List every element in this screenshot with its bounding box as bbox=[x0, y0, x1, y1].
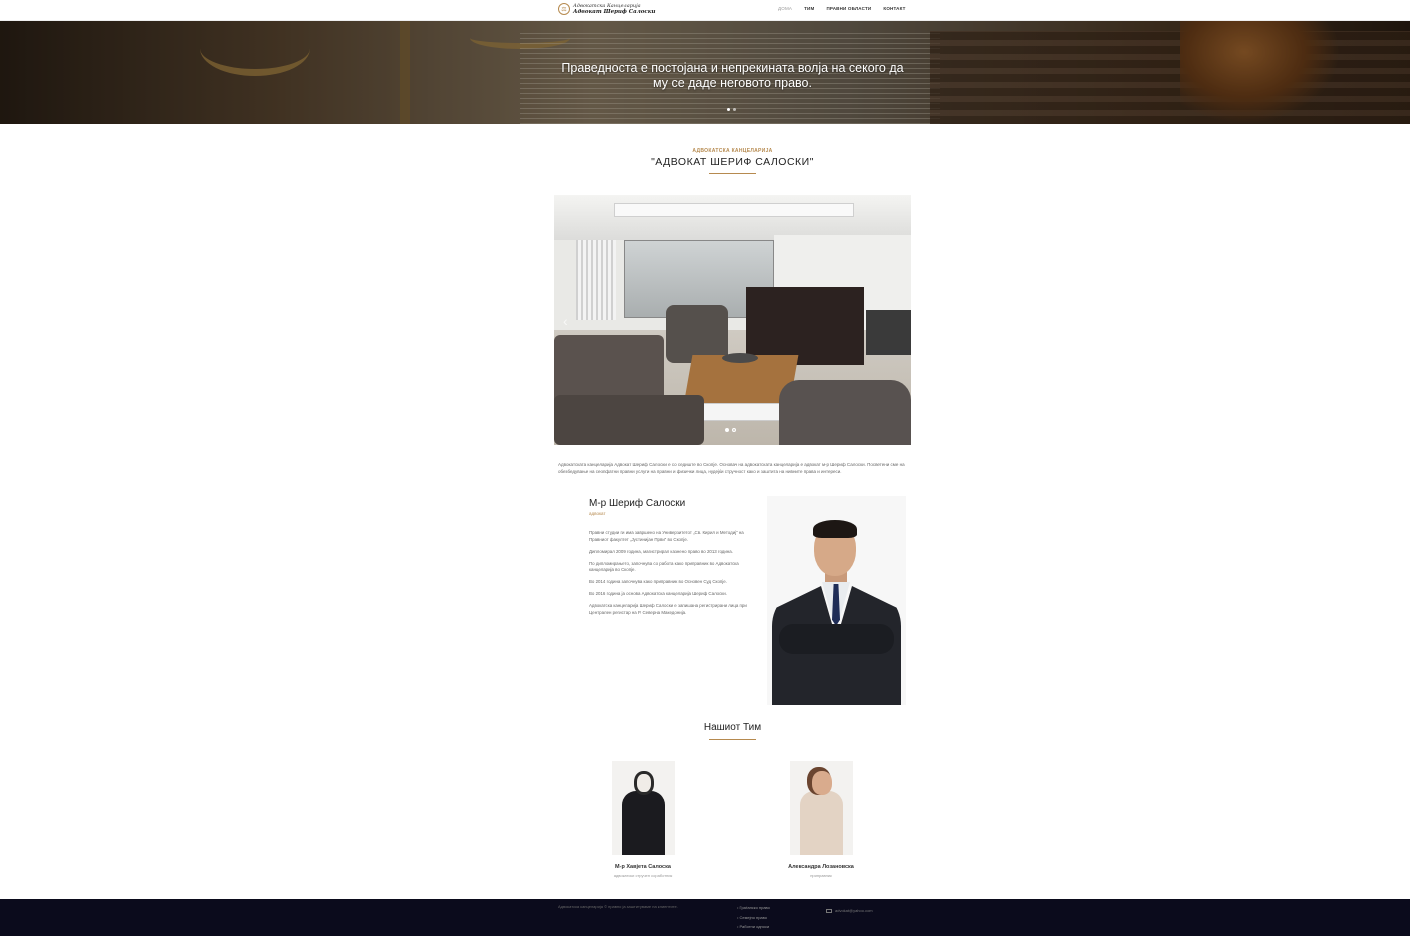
slider-dot[interactable] bbox=[732, 428, 736, 432]
footer-link[interactable]: Работни односи bbox=[737, 922, 770, 932]
lawyer-name: М-р Шериф Салоски bbox=[589, 498, 686, 509]
bio-paragraph: Правни студии ги има завршено на Универз… bbox=[589, 530, 744, 542]
nav-team[interactable]: ТИМ bbox=[804, 6, 814, 11]
team-member-card[interactable]: М-р Хавјета Салоска адвокатски стручен с… bbox=[573, 761, 713, 878]
armchair bbox=[779, 380, 911, 445]
footer-email-text: advokat@yahoo.com bbox=[835, 908, 873, 913]
nav-home[interactable]: ДОМА bbox=[778, 6, 792, 11]
nav-contact[interactable]: КОНТАКТ bbox=[883, 6, 905, 11]
lawyer-portrait bbox=[767, 496, 906, 705]
envelope-icon bbox=[826, 908, 832, 913]
team-title: Нашиот Тим bbox=[703, 722, 762, 733]
section-eyebrow: АДВОКАТСКА КАНЦЕЛАРИЈА bbox=[692, 148, 773, 154]
office-photo-slider: ‹ bbox=[554, 195, 911, 445]
bio-paragraph: Во 2014 година започнува како приправник… bbox=[589, 579, 727, 584]
bio-paragraph: По дипломирањето, започнува со работа ка… bbox=[589, 560, 739, 573]
slider-dot[interactable] bbox=[725, 428, 729, 432]
footer-copyright: Адвокатска канцеларија © правно ја зашти… bbox=[558, 904, 678, 909]
footer-email[interactable]: advokat@yahoo.com bbox=[826, 908, 873, 913]
title-divider bbox=[709, 173, 756, 174]
team-member-card[interactable]: Александра Лозановска приправник bbox=[751, 761, 891, 878]
footer-link[interactable]: Семејно право bbox=[737, 913, 770, 923]
main-nav: ДОМА ТИМ ПРАВНИ ОБЛАСТИ КОНТАКТ bbox=[778, 6, 906, 11]
team-member-photo bbox=[611, 761, 675, 855]
nav-practice-areas[interactable]: ПРАВНИ ОБЛАСТИ bbox=[826, 6, 871, 11]
slider-dot[interactable] bbox=[727, 108, 730, 111]
firm-title: "АДВОКАТ ШЕРИФ САЛОСКИ" bbox=[651, 156, 814, 168]
site-header: ⚖ Адвокатска Канцеларија Адвокат Шериф С… bbox=[0, 0, 1410, 21]
sofa bbox=[554, 395, 704, 445]
team-member-role: приправник bbox=[810, 873, 832, 878]
scales-logo-icon: ⚖ bbox=[558, 3, 570, 15]
hero-slider-dots bbox=[727, 108, 736, 111]
team-member-name: М-р Хавјета Салоска bbox=[615, 864, 671, 870]
site-footer: Адвокатска канцеларија © правно ја зашти… bbox=[0, 899, 1410, 936]
lawyer-bio: Правни студии ги има завршено на Универз… bbox=[589, 530, 755, 622]
footer-link[interactable]: Граѓанско право bbox=[737, 903, 770, 913]
logo-line2: Адвокат Шериф Салоски bbox=[573, 9, 656, 15]
office-slider-dots bbox=[725, 428, 736, 432]
team-member-photo bbox=[789, 761, 853, 855]
team-member-name: Александра Лозановска bbox=[788, 864, 854, 870]
reception-desk bbox=[746, 287, 864, 365]
slider-dot[interactable] bbox=[733, 108, 736, 111]
hero-quote: Праведноста е постојана и непрекината во… bbox=[561, 61, 904, 90]
team-title-divider bbox=[709, 739, 756, 740]
about-text: Адвокатската канцеларија Адвокат Шериф С… bbox=[558, 462, 905, 474]
lawyer-role: адвокат bbox=[589, 511, 606, 516]
hero-banner: Праведноста е постојана и непрекината во… bbox=[0, 21, 1410, 124]
site-logo[interactable]: ⚖ Адвокатска Канцеларија Адвокат Шериф С… bbox=[558, 3, 656, 15]
bio-paragraph: Во 2016 година ја основа Адвокатска канц… bbox=[589, 591, 727, 596]
footer-links: Граѓанско право Семејно право Работни од… bbox=[737, 903, 770, 932]
chevron-left-icon[interactable]: ‹ bbox=[563, 313, 568, 329]
team-member-role: адвокатски стручен соработник bbox=[613, 873, 673, 878]
bio-paragraph: Дипломирал 2009 година, магистрирал казн… bbox=[589, 548, 733, 554]
bio-paragraph: Адвокатска канцеларија Шериф Салоски е з… bbox=[589, 603, 747, 615]
